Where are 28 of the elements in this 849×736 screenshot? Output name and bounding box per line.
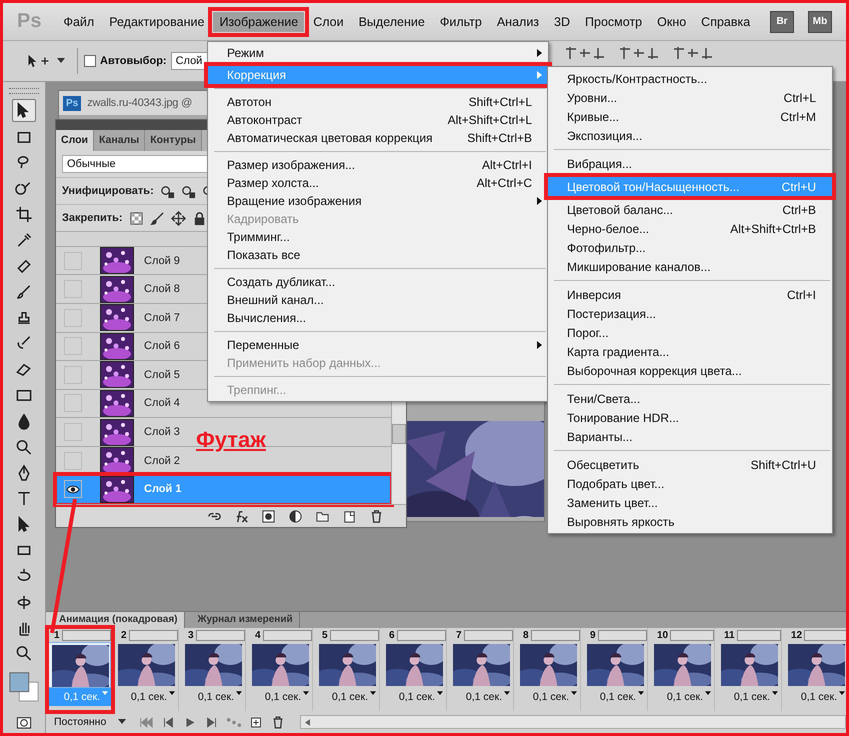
frame-number: 8 bbox=[523, 630, 529, 640]
layer-name: Слой 1 bbox=[144, 483, 182, 496]
frame-number: 2 bbox=[121, 630, 127, 640]
frame-number: 3 bbox=[188, 630, 194, 640]
frame-number: 4 bbox=[255, 630, 261, 640]
auto-select-label: Автовыбор: bbox=[100, 55, 167, 67]
layer-name: Слой 7 bbox=[144, 312, 180, 324]
lock-label: Закрепить: bbox=[62, 212, 123, 224]
layer-name: Слой 2 bbox=[144, 454, 180, 467]
annotation-label: Футаж bbox=[196, 427, 266, 453]
app-icon: Ps bbox=[63, 96, 82, 110]
unify-label: Унифицировать: bbox=[62, 185, 154, 197]
app-logo: Ps bbox=[17, 10, 42, 33]
layer-name: Слой 6 bbox=[144, 340, 180, 352]
layer-name: Слой 3 bbox=[144, 426, 180, 438]
layer-name: Слой 5 bbox=[144, 368, 180, 381]
layer-name: Слой 4 bbox=[144, 397, 180, 410]
frame-number: 6 bbox=[389, 630, 395, 640]
document-title: zwalls.ru-40343.jpg @ bbox=[87, 97, 192, 109]
frame-number: 12 bbox=[791, 630, 802, 640]
frame-number: 5 bbox=[322, 630, 328, 640]
frame-number: 1 bbox=[54, 630, 60, 640]
layer-name: Слой 8 bbox=[144, 283, 180, 296]
frame-number: 11 bbox=[724, 630, 735, 640]
layer-name: Слой 9 bbox=[144, 254, 180, 267]
frame-number: 9 bbox=[590, 630, 596, 640]
frame-number: 10 bbox=[657, 630, 668, 640]
frame-number: 7 bbox=[456, 630, 462, 640]
